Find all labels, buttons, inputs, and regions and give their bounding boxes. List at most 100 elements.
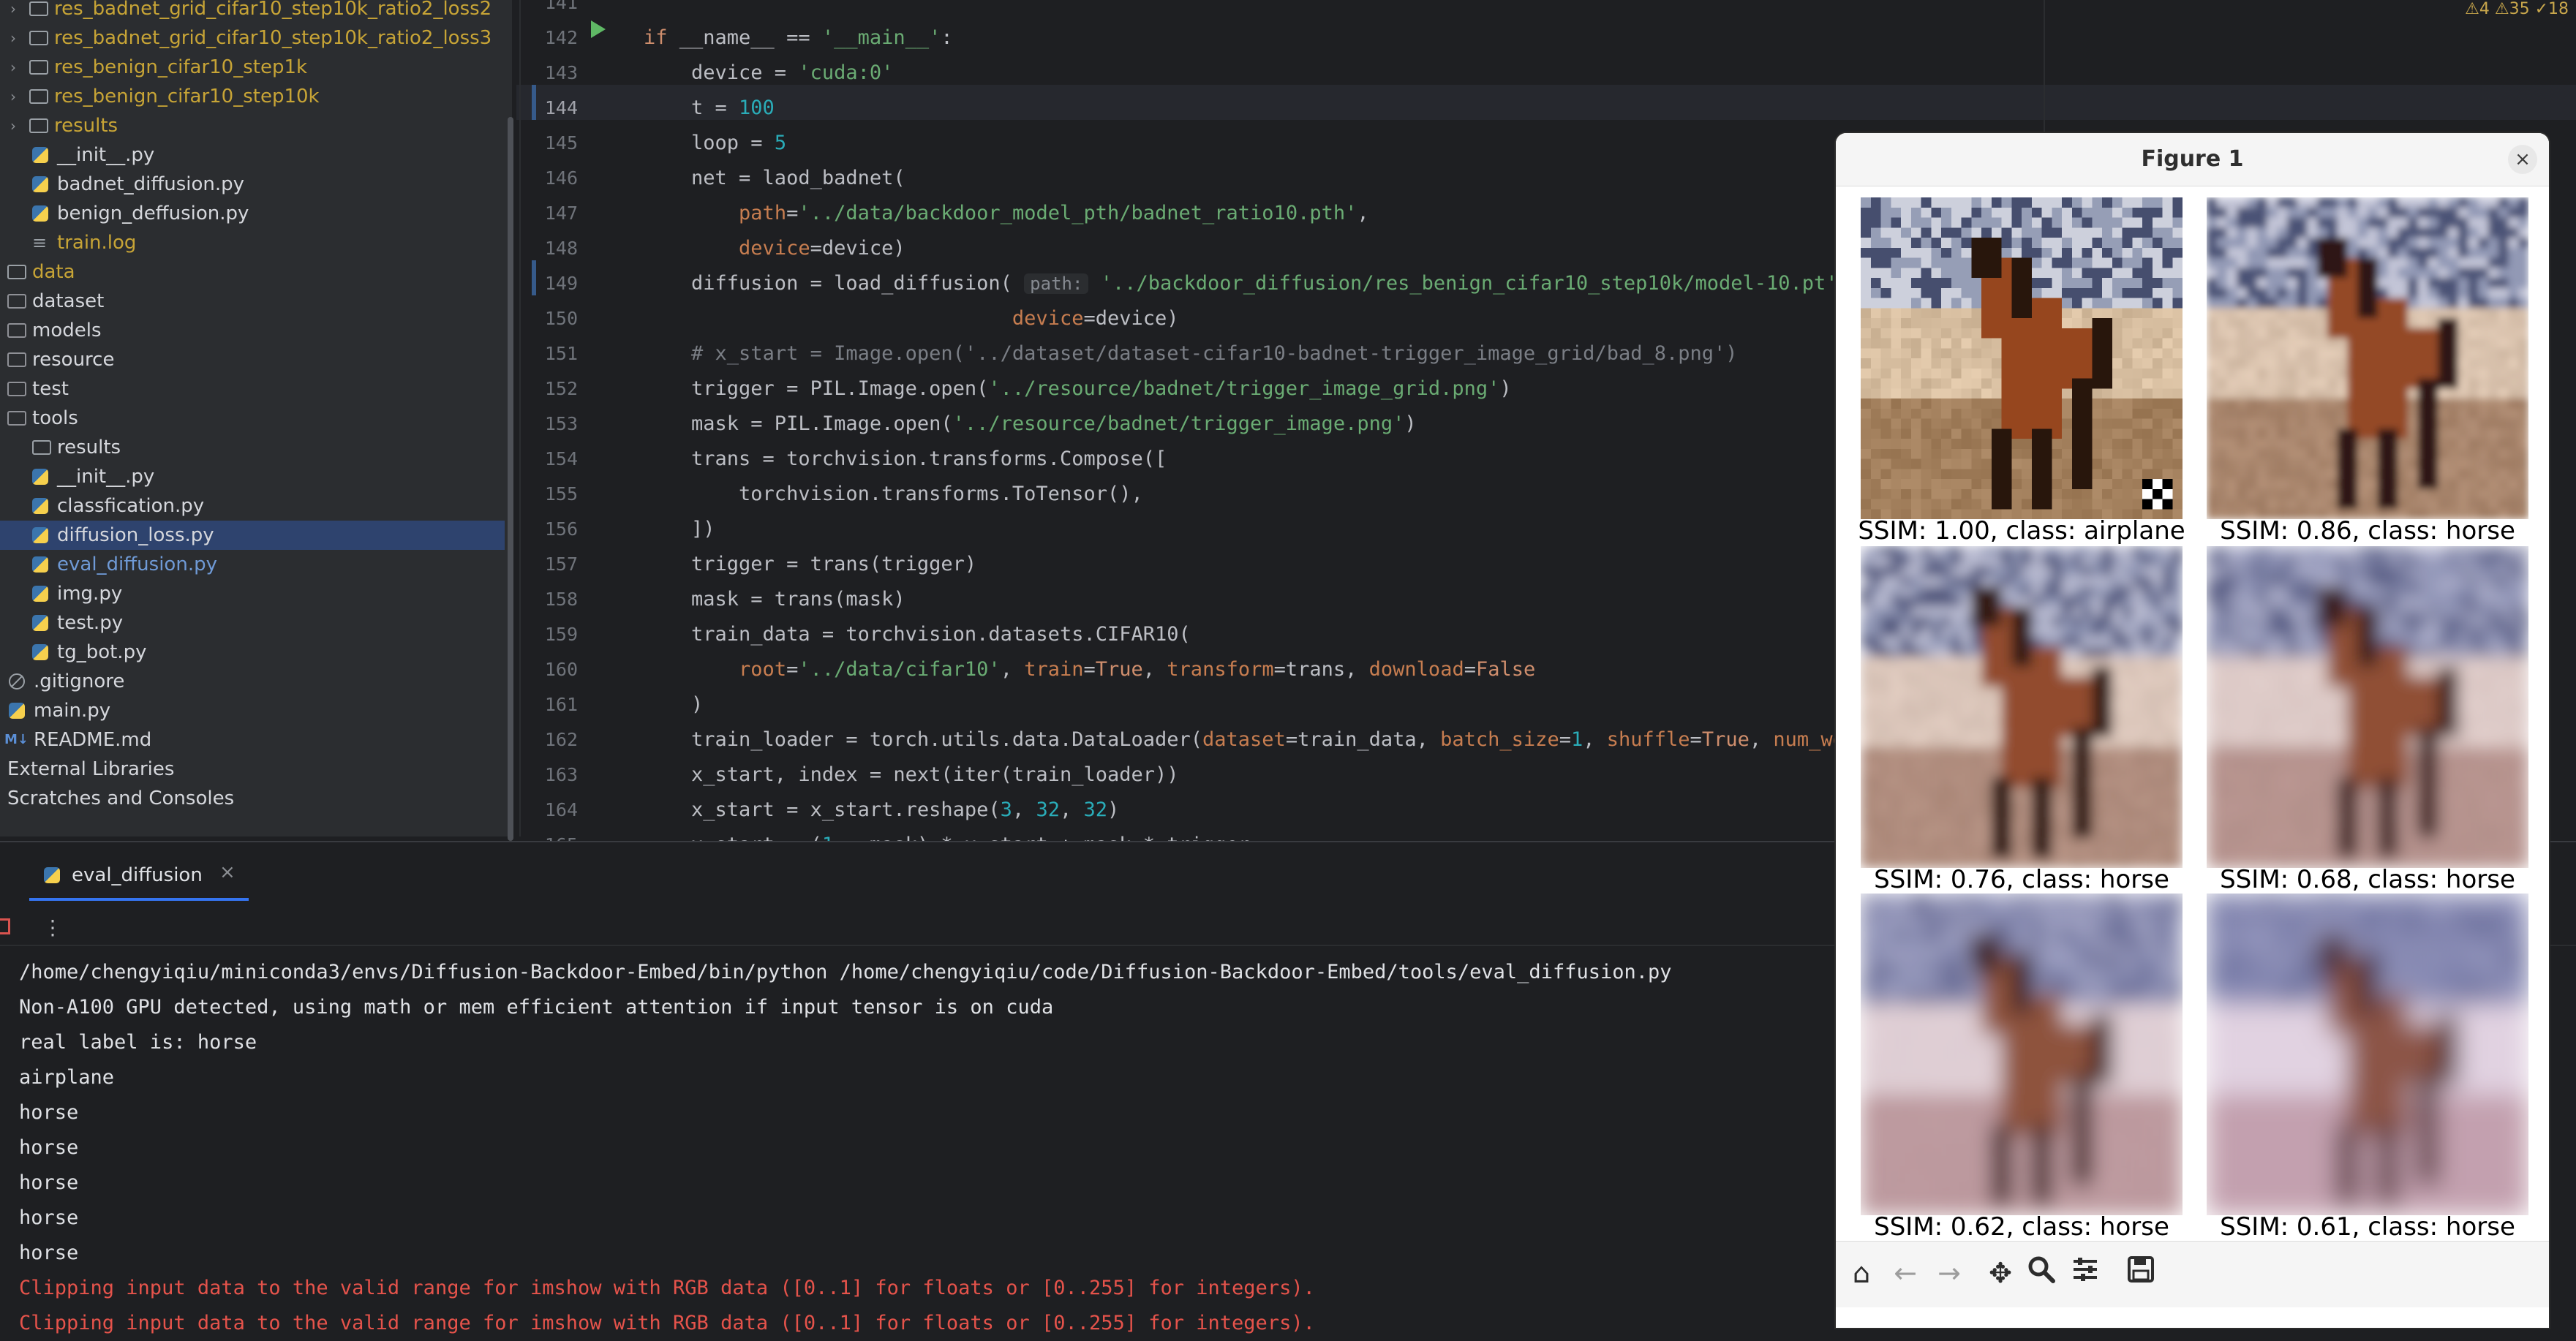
tree-item[interactable]: models [0, 316, 505, 345]
code-line[interactable]: ) [644, 687, 703, 722]
code-line[interactable]: diffusion = load_diffusion( path: '../ba… [644, 266, 1850, 301]
close-tab-icon[interactable]: × [219, 861, 236, 883]
tree-item-label: models [32, 316, 102, 345]
tree-item[interactable]: External Libraries [0, 755, 505, 784]
folder-icon [29, 89, 48, 104]
tree-item[interactable]: test.py [0, 608, 505, 638]
inspection-summary[interactable]: ⚠4 ⚠35 ✓18 [2465, 0, 2569, 18]
code-line[interactable]: # x_start = Image.open('../dataset/datas… [644, 336, 1738, 371]
tree-item[interactable]: dataset [0, 287, 505, 316]
back-arrow-icon[interactable]: ← [1887, 1255, 1924, 1291]
tree-item[interactable]: badnet_diffusion.py [0, 170, 505, 199]
code-line[interactable]: mask = PIL.Image.open('../resource/badne… [644, 407, 1417, 442]
line-number: 160 [534, 652, 578, 687]
tree-item[interactable]: ›res_badnet_grid_cifar10_step10k_ratio2_… [0, 23, 505, 53]
tree-item[interactable]: results [0, 433, 505, 462]
code-line[interactable]: device=device) [644, 301, 1179, 336]
close-icon[interactable]: × [2508, 145, 2537, 174]
code-line[interactable]: train_data = torchvision.datasets.CIFAR1… [644, 617, 1191, 652]
code-line[interactable]: device=device) [644, 231, 905, 266]
code-line[interactable]: net = laod_badnet( [644, 161, 905, 196]
tree-item[interactable]: › res_benign_cifar10_step10k [0, 82, 505, 111]
folder-icon [29, 60, 48, 75]
tree-item[interactable]: data [0, 257, 505, 287]
line-number: 158 [534, 582, 578, 617]
tree-item[interactable]: ›results [0, 111, 505, 140]
tree-item[interactable]: __init__.py [0, 462, 505, 491]
console-line: horse [19, 1130, 78, 1166]
stop-icon[interactable] [0, 918, 10, 934]
code-line[interactable]: t = 100 [644, 91, 775, 126]
chevron-right-icon[interactable]: › [6, 23, 20, 53]
code-line[interactable]: mask = trans(mask) [644, 582, 905, 617]
tree-item[interactable]: resource [0, 345, 505, 374]
code-line[interactable]: trigger = trans(trigger) [644, 547, 976, 582]
tree-item[interactable]: ≡train.log [0, 228, 505, 257]
home-icon[interactable]: ⌂ [1843, 1255, 1880, 1291]
tree-item[interactable]: img.py [0, 579, 505, 608]
code-line[interactable]: loop = 5 [644, 126, 786, 161]
code-line[interactable]: torchvision.transforms.ToTensor(), [644, 477, 1143, 512]
code-line[interactable]: trigger = PIL.Image.open('../resource/ba… [644, 371, 1512, 407]
python-file-icon [32, 176, 48, 192]
tree-item[interactable]: test [0, 374, 505, 404]
tree-item[interactable]: main.py [0, 696, 505, 725]
console-line: airplane [19, 1060, 114, 1095]
folder-icon [7, 411, 26, 426]
run-main-gutter-icon[interactable] [591, 20, 606, 38]
tree-item[interactable]: ›res_badnet_grid_cifar10_step10k_ratio2_… [0, 0, 505, 23]
code-line[interactable]: if __name__ == '__main__': [644, 20, 953, 56]
chevron-right-icon[interactable]: › [6, 53, 20, 82]
code-line[interactable]: trans = torchvision.transforms.Compose([ [644, 442, 1167, 477]
chevron-right-icon[interactable]: › [6, 82, 20, 111]
folder-icon [7, 265, 26, 279]
line-number: 150 [534, 301, 578, 336]
python-file-icon [32, 469, 48, 485]
matplotlib-figure-window[interactable]: Figure 1 × SSIM: 1.00, class: airplaneSS… [1836, 133, 2549, 1328]
chevron-right-icon[interactable]: › [6, 111, 20, 140]
tree-item[interactable]: .gitignore [0, 667, 505, 696]
figure-caption: SSIM: 0.61, class: horse [2192, 1212, 2543, 1242]
python-file-icon [32, 644, 48, 660]
more-options-icon[interactable]: ⋮ [42, 915, 63, 940]
line-number: 149 [534, 266, 578, 301]
tree-item[interactable]: tools [0, 404, 505, 433]
tree-item[interactable]: diffusion_loss.py [0, 521, 505, 550]
tree-item-label: res_benign_cifar10_step10k [54, 82, 320, 111]
folder-icon [29, 31, 48, 45]
folder-icon [32, 440, 51, 455]
folder-icon [7, 352, 26, 367]
python-file-icon [9, 703, 25, 719]
code-line[interactable]: x_start, index = next(iter(train_loader)… [644, 758, 1179, 793]
code-line[interactable]: device = 'cuda:0' [644, 56, 893, 91]
tree-item[interactable]: eval_diffusion.py [0, 550, 505, 579]
code-line[interactable]: train_loader = torch.utils.data.DataLoad… [644, 722, 1856, 758]
figure-caption: SSIM: 0.86, class: horse [2192, 516, 2543, 545]
tree-item[interactable]: tg_bot.py [0, 638, 505, 667]
tab-run-eval-diffusion[interactable]: eval_diffusion [44, 857, 203, 894]
save-icon[interactable] [2123, 1255, 2159, 1291]
code-line[interactable]: root='../data/cifar10', train=True, tran… [644, 652, 1535, 687]
python-file-icon [32, 586, 48, 602]
python-file-icon [44, 867, 60, 883]
project-tree-scrollbar[interactable] [508, 117, 513, 841]
zoom-icon[interactable] [2023, 1255, 2060, 1291]
chevron-right-icon[interactable]: › [6, 0, 20, 23]
tree-item[interactable]: M↓README.md [0, 725, 505, 755]
code-line[interactable]: ]) [644, 512, 715, 547]
tree-item-label: img.py [57, 579, 122, 608]
tree-item[interactable]: ›res_benign_cifar10_step1k [0, 53, 505, 82]
pan-icon[interactable]: ✥ [1982, 1255, 2019, 1291]
tree-item[interactable]: __init__.py [0, 140, 505, 170]
configure-subplots-icon[interactable] [2067, 1255, 2104, 1291]
tree-item[interactable]: benign_deffusion.py [0, 199, 505, 228]
code-line[interactable]: x_start = x_start.reshape(3, 32, 32) [644, 793, 1119, 828]
folder-icon [7, 382, 26, 396]
tree-item-label: resource [32, 345, 114, 374]
code-line[interactable]: path='../data/backdoor_model_pth/badnet_… [644, 196, 1369, 231]
tree-item[interactable]: Scratches and Consoles [0, 784, 505, 813]
forward-arrow-icon[interactable]: → [1931, 1255, 1967, 1291]
tree-item[interactable]: classfication.py [0, 491, 505, 521]
gutter-divider [519, 0, 521, 836]
line-number: 145 [534, 126, 578, 161]
